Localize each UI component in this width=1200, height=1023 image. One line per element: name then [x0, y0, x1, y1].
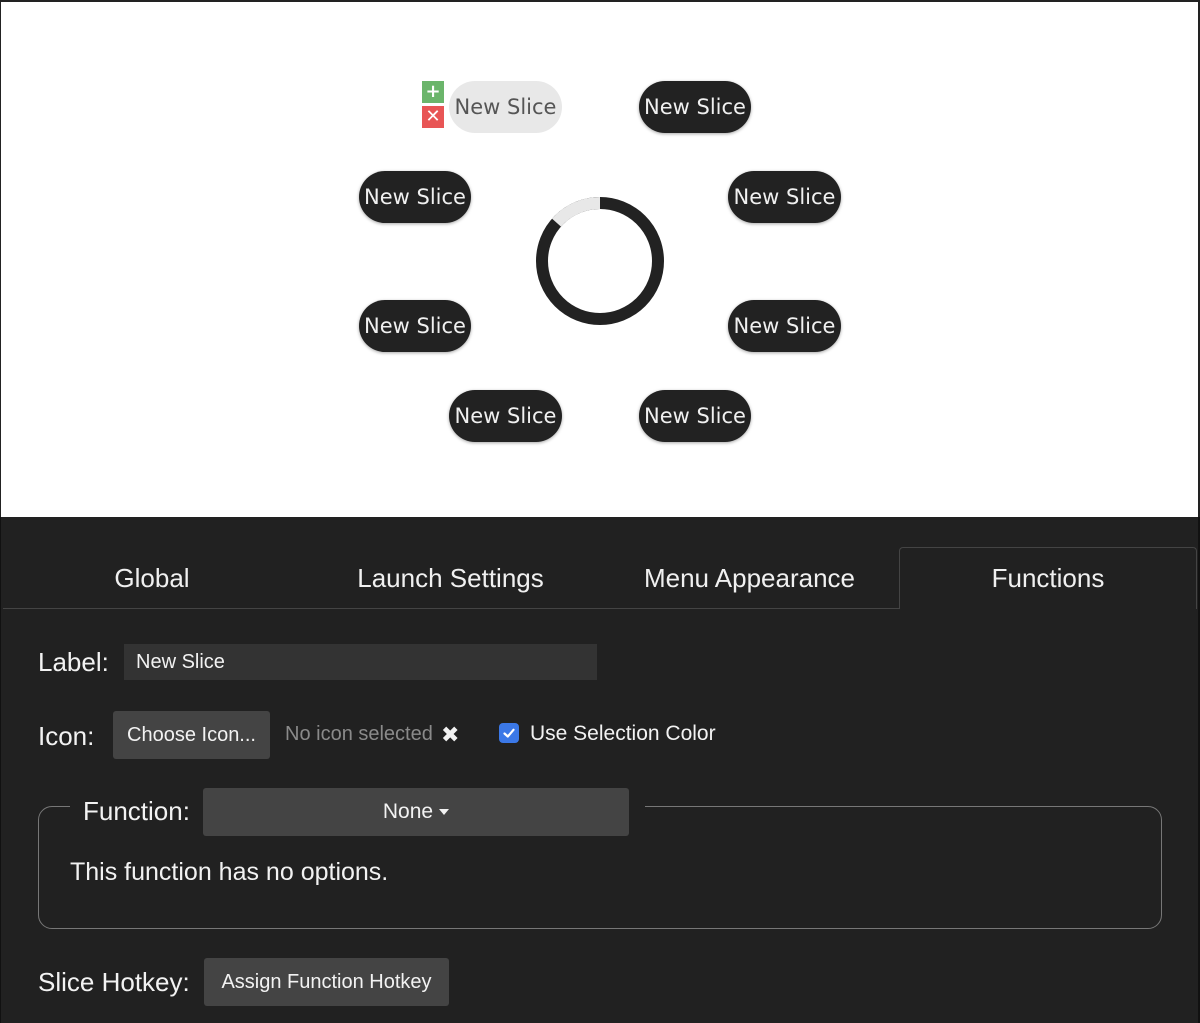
use-selection-color-label[interactable]: Use Selection Color	[530, 722, 716, 746]
use-selection-color-checkbox[interactable]	[499, 723, 519, 743]
tab-functions[interactable]: Functions	[899, 547, 1197, 609]
slice-item[interactable]: New Slice	[639, 390, 751, 442]
no-icon-status: No icon selected	[285, 723, 433, 745]
slice-hotkey-label: Slice Hotkey:	[38, 967, 190, 997]
menu-center-ring	[536, 196, 664, 325]
choose-icon-button[interactable]: Choose Icon...	[113, 711, 270, 759]
slice-item[interactable]: New Slice	[449, 390, 562, 442]
menu-preview: + ✕ New Slice New Slice New Slice New Sl…	[0, 0, 1200, 517]
tab-global[interactable]: Global	[3, 547, 301, 609]
chevron-down-icon	[439, 809, 450, 815]
tab-divider	[3, 608, 899, 609]
slice-item[interactable]: New Slice	[728, 300, 841, 352]
function-dropdown-value: None	[382, 800, 434, 823]
label-input[interactable]	[124, 644, 597, 680]
slice-item[interactable]: New Slice	[728, 171, 841, 223]
slice-item[interactable]: New Slice	[359, 300, 471, 352]
function-options-text: This function has no options.	[70, 858, 389, 886]
settings-panel: Global Launch Settings Menu Appearance F…	[0, 517, 1200, 1023]
slice-item[interactable]: New Slice	[639, 81, 751, 133]
remove-slice-icon[interactable]: ✕	[422, 106, 444, 128]
tab-bar: Global Launch Settings Menu Appearance F…	[1, 547, 1200, 609]
function-label: Function:	[83, 796, 190, 826]
checkmark-icon	[503, 728, 515, 738]
function-dropdown[interactable]: None	[203, 788, 629, 836]
assign-hotkey-button[interactable]: Assign Function Hotkey	[204, 958, 449, 1006]
icon-field-label: Icon:	[38, 721, 95, 751]
tab-menu-appearance[interactable]: Menu Appearance	[600, 547, 899, 609]
label-field-label: Label:	[38, 647, 109, 677]
slice-item-selected[interactable]: New Slice	[449, 81, 562, 133]
slice-item[interactable]: New Slice	[359, 171, 471, 223]
add-slice-icon[interactable]: +	[422, 81, 444, 103]
clear-icon[interactable]: ✖	[441, 723, 459, 748]
tab-launch-settings[interactable]: Launch Settings	[301, 547, 600, 609]
